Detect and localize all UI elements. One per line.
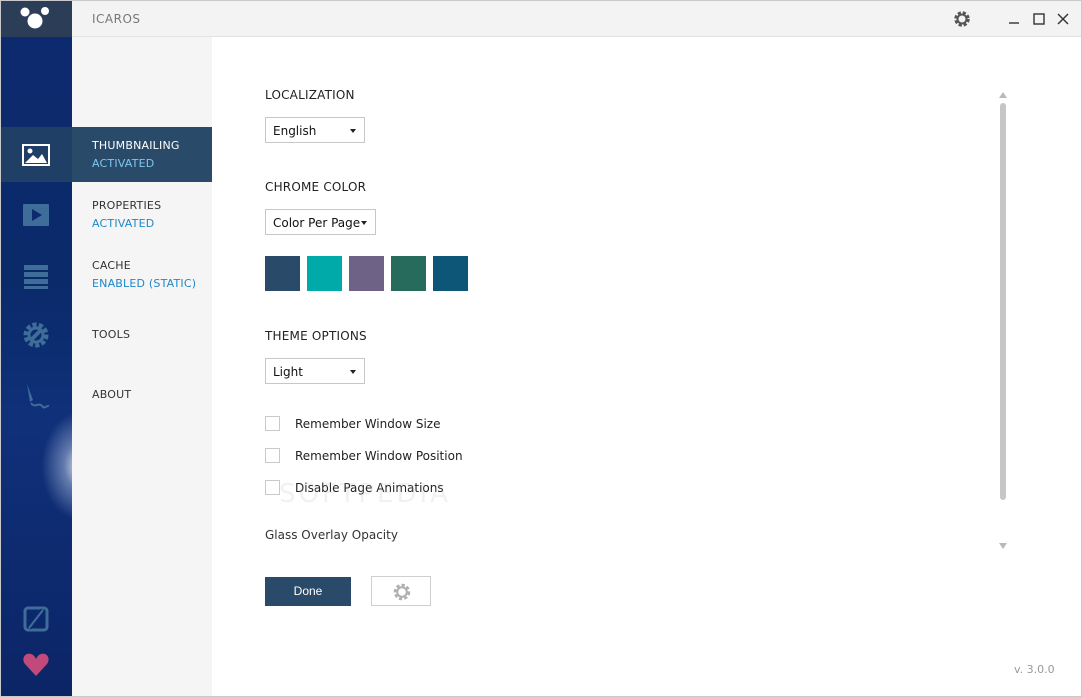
scroll-down-arrow-icon[interactable] — [998, 541, 1008, 551]
theme-options-heading: THEME OPTIONS — [265, 329, 367, 343]
maximize-icon[interactable] — [1029, 9, 1049, 29]
nav-item-label: PROPERTIES — [92, 199, 162, 212]
nav-item-status: ACTIVATED — [92, 217, 155, 230]
language-select[interactable]: English — [265, 117, 365, 143]
scroll-up-arrow-icon[interactable] — [998, 90, 1008, 100]
remember-window-position-label: Remember Window Position — [295, 449, 463, 463]
localization-heading: LOCALIZATION — [265, 88, 355, 102]
remember-window-size-label: Remember Window Size — [295, 417, 441, 431]
watermark: SOFTPEDIA — [279, 479, 451, 509]
done-button[interactable]: Done — [265, 577, 351, 606]
cache-stack-icon[interactable] — [21, 261, 51, 291]
sync-icon[interactable] — [21, 604, 51, 634]
video-icon[interactable] — [21, 200, 51, 230]
color-swatch[interactable] — [265, 256, 300, 291]
gear-icon — [393, 583, 411, 601]
color-swatch[interactable] — [391, 256, 426, 291]
theme-select[interactable]: Light — [265, 358, 365, 384]
tools-gear-icon[interactable] — [21, 320, 51, 350]
heart-icon[interactable] — [21, 649, 51, 679]
chrome-color-select-value: Color Per Page — [273, 216, 361, 230]
app-logo-area — [1, 1, 72, 37]
disable-page-animations-checkbox[interactable] — [265, 480, 280, 495]
advanced-settings-button[interactable] — [371, 576, 431, 606]
nav-item-tools[interactable]: TOOLS — [72, 316, 212, 371]
scrollbar-thumb[interactable] — [1000, 103, 1006, 500]
title-bar[interactable]: ICAROS — [72, 1, 1081, 37]
image-icon[interactable] — [21, 140, 51, 170]
theme-select-value: Light — [273, 365, 303, 379]
nav-item-thumbnailing[interactable]: THUMBNAILING ACTIVATED — [72, 127, 212, 182]
about-pen-icon[interactable] — [21, 381, 51, 411]
chrome-color-heading: CHROME COLOR — [265, 180, 367, 194]
chrome-color-select[interactable]: Color Per Page — [265, 209, 376, 235]
rail-glow-decoration — [41, 411, 72, 521]
app-title: ICAROS — [92, 12, 141, 26]
nav-item-label: TOOLS — [92, 328, 131, 341]
nav-panel: THUMBNAILING ACTIVATED PROPERTIES ACTIVA… — [72, 37, 212, 696]
app-window: ICAROS THUMBNAILING ACTIVATED PROPERTIES… — [0, 0, 1082, 697]
color-swatch[interactable] — [433, 256, 468, 291]
nav-item-status: ENABLED (STATIC) — [92, 277, 197, 290]
icaros-logo-icon — [20, 7, 49, 29]
nav-item-about[interactable]: ABOUT — [72, 376, 212, 431]
version-label: v. 3.0.0 — [1014, 663, 1055, 676]
chevron-down-icon — [350, 370, 356, 374]
color-swatch[interactable] — [307, 256, 342, 291]
chevron-down-icon — [361, 221, 367, 225]
nav-item-status: ACTIVATED — [92, 157, 155, 170]
nav-item-label: ABOUT — [92, 388, 132, 401]
nav-item-cache[interactable]: CACHE ENABLED (STATIC) — [72, 247, 212, 302]
nav-item-properties[interactable]: PROPERTIES ACTIVATED — [72, 187, 212, 242]
nav-item-label: CACHE — [92, 259, 131, 272]
remember-window-position-checkbox[interactable] — [265, 448, 280, 463]
close-icon[interactable] — [1053, 9, 1073, 29]
settings-gear-icon[interactable] — [953, 10, 971, 28]
nav-item-label: THUMBNAILING — [92, 139, 180, 152]
icon-rail — [1, 1, 72, 696]
color-swatch[interactable] — [349, 256, 384, 291]
remember-window-size-checkbox[interactable] — [265, 416, 280, 431]
glass-overlay-opacity-label: Glass Overlay Opacity — [265, 528, 398, 542]
minimize-icon[interactable] — [1004, 9, 1024, 29]
language-select-value: English — [273, 124, 317, 138]
chevron-down-icon — [350, 129, 356, 133]
